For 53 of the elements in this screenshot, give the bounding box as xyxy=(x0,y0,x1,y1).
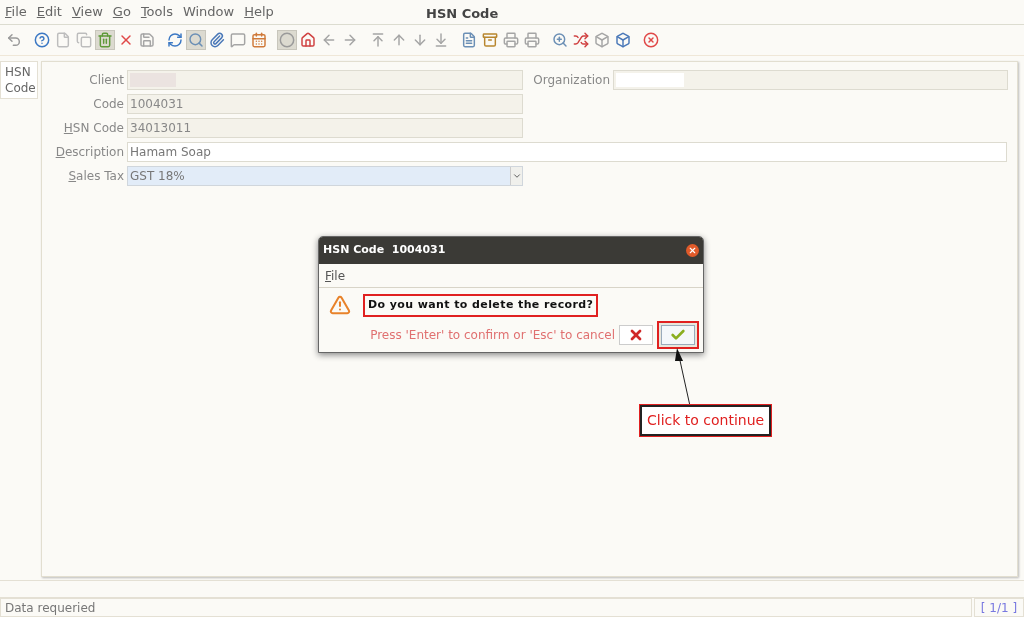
copy-icon[interactable] xyxy=(74,30,94,50)
field-label: Organization xyxy=(532,72,611,89)
input-field[interactable]: 34013011 xyxy=(127,118,523,138)
input-field[interactable]: 1004031 xyxy=(127,94,523,114)
menu-item[interactable]: File xyxy=(5,2,27,22)
menu-item[interactable]: View xyxy=(71,2,103,22)
dialog-message: Do you want to delete the record? xyxy=(363,294,599,317)
box-icon[interactable] xyxy=(592,30,612,50)
calendar-icon[interactable] xyxy=(249,30,269,50)
menu-item[interactable]: Help xyxy=(244,2,274,22)
archive-icon[interactable] xyxy=(480,30,500,50)
input-field[interactable] xyxy=(613,70,1008,90)
side-tab[interactable]: HSN Code xyxy=(0,61,38,99)
zoom-icon[interactable] xyxy=(550,30,570,50)
callout: Click to continue xyxy=(640,405,772,436)
printer-icon[interactable] xyxy=(501,30,521,50)
bin-icon[interactable] xyxy=(95,30,115,50)
field-label: Code xyxy=(92,96,125,113)
menu-item[interactable]: File xyxy=(325,266,346,285)
window-title: HSN Code xyxy=(426,5,499,23)
menu-item[interactable]: Window xyxy=(182,2,235,22)
cross-icon xyxy=(688,246,697,255)
status-message: Data requeried xyxy=(0,598,972,617)
refresh-icon[interactable] xyxy=(165,30,185,50)
dialog-hint: Press 'Enter' to confirm or 'Esc' to cancel xyxy=(370,326,615,344)
dialog-title: HSN Code 1004031 xyxy=(323,242,446,259)
exit-icon[interactable] xyxy=(641,30,661,50)
cancel-button[interactable] xyxy=(619,324,653,345)
search-icon[interactable] xyxy=(186,30,206,50)
field-label: Sales Tax xyxy=(67,168,125,185)
menu-item[interactable]: Tools xyxy=(140,2,173,22)
home-icon[interactable] xyxy=(298,30,318,50)
printer-icon[interactable] xyxy=(522,30,542,50)
circle-icon[interactable] xyxy=(277,30,297,50)
confirm-button[interactable] xyxy=(657,320,699,349)
input-field[interactable]: Hamam Soap xyxy=(127,142,1007,162)
chat-icon[interactable] xyxy=(228,30,248,50)
field-label: HSN Code xyxy=(62,120,125,137)
field-label: Client xyxy=(88,72,125,89)
close-icon[interactable] xyxy=(686,244,699,257)
record-counter: [ 1/1 ] xyxy=(974,598,1024,617)
dropdown-field[interactable]: GST 18% xyxy=(127,166,523,186)
workflow-icon[interactable] xyxy=(571,30,591,50)
chevron-icon xyxy=(511,171,522,181)
warning-icon xyxy=(329,294,351,317)
cube-icon[interactable] xyxy=(613,30,633,50)
save-icon[interactable] xyxy=(137,30,157,50)
help-icon[interactable] xyxy=(32,30,52,50)
menu-item[interactable]: Edit xyxy=(36,2,62,22)
field-label: Description xyxy=(54,144,125,161)
menu-item[interactable]: Go xyxy=(112,2,131,22)
attachment-icon[interactable] xyxy=(207,30,227,50)
input-field[interactable] xyxy=(127,70,523,90)
